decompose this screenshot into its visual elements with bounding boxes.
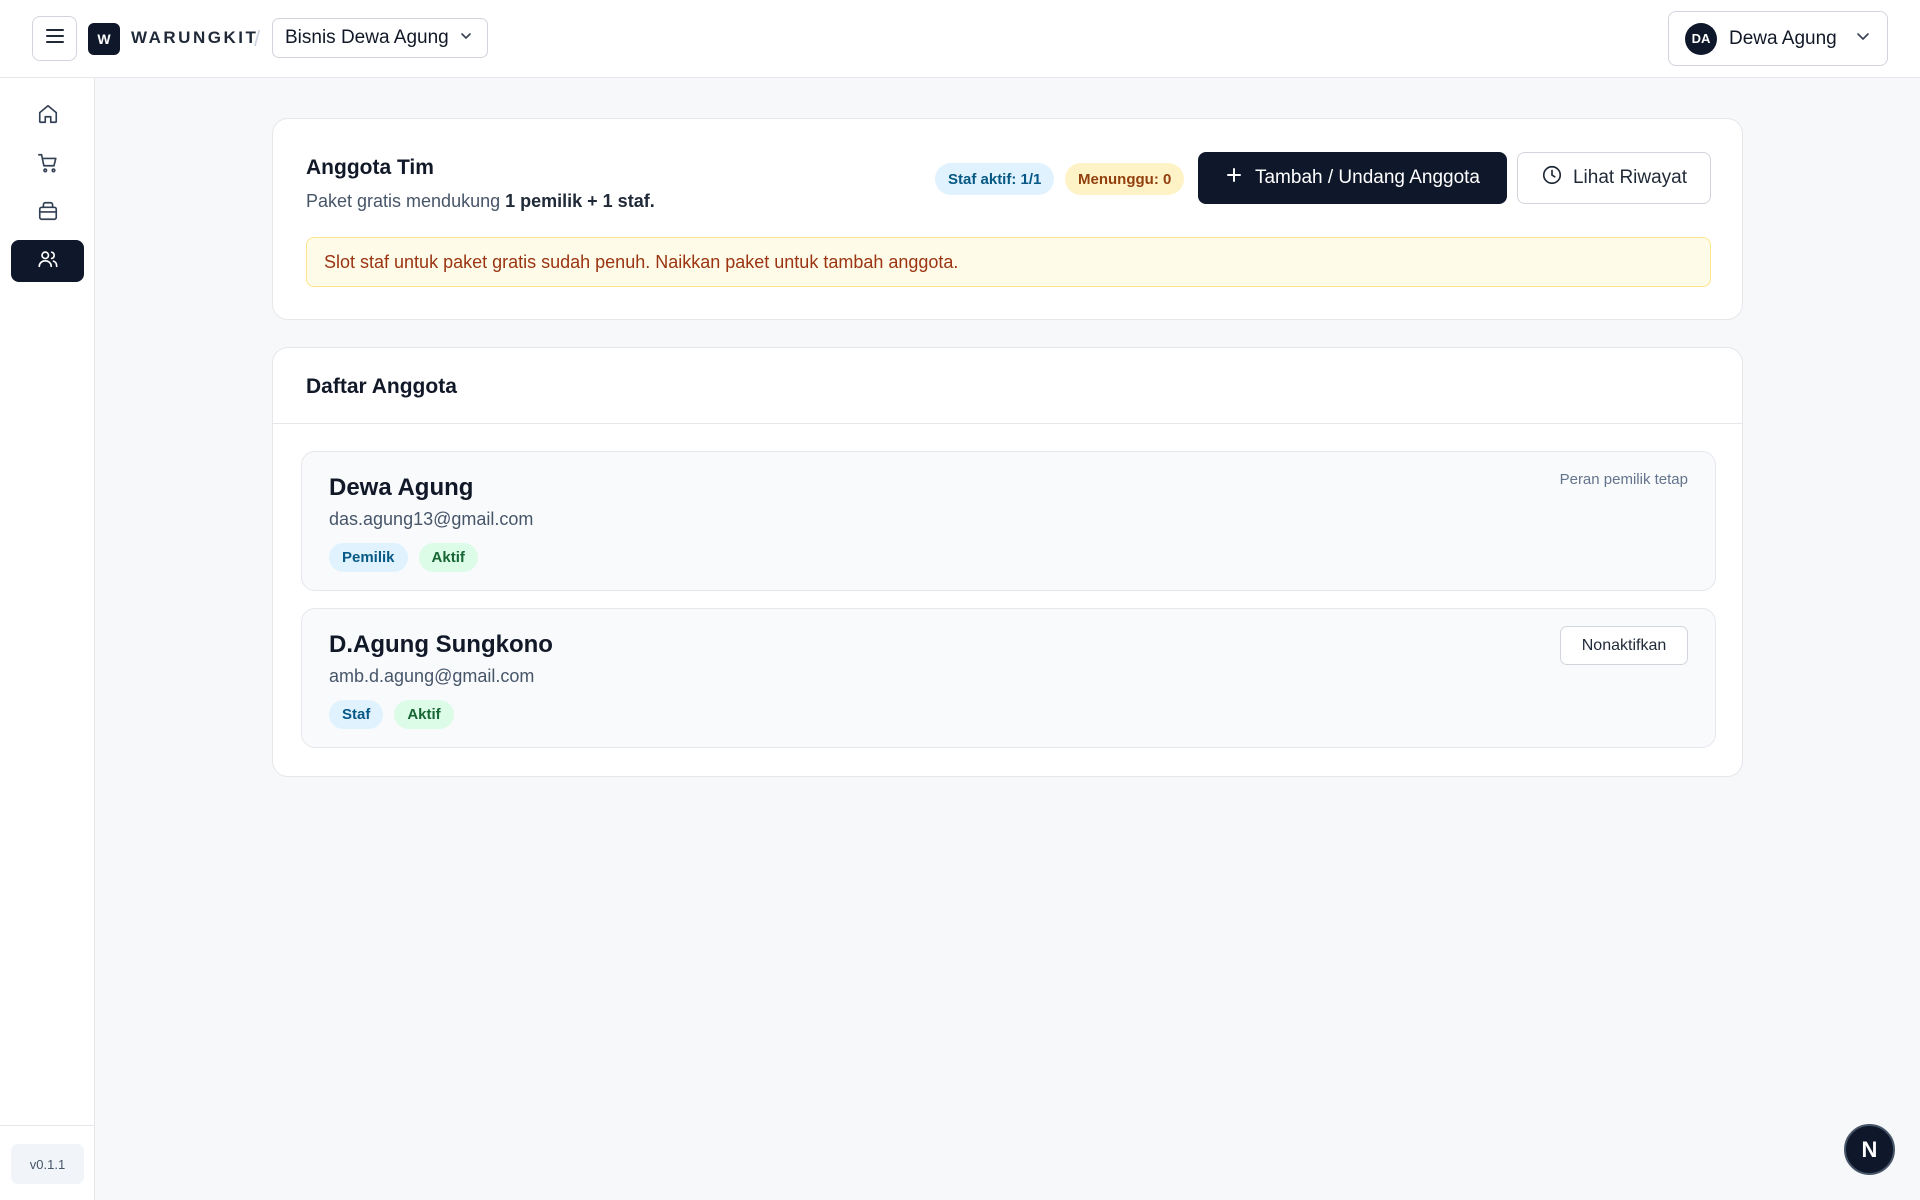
view-history-button[interactable]: Lihat Riwayat [1517,152,1711,204]
plus-icon [1225,166,1243,190]
member-name: Dewa Agung [329,474,474,501]
chevron-down-icon [459,27,473,49]
team-card: Anggota Tim Paket gratis mendukung 1 pem… [272,118,1743,320]
sidebar: v0.1.1 [0,78,95,1200]
status-badge: Aktif [418,543,478,572]
sidebar-item-home[interactable] [11,95,84,137]
chevron-down-icon [1855,28,1871,50]
home-icon [37,103,59,130]
top-bar: W WARUNGKIT / Bisnis Dewa Agung DA Dewa … [0,0,1920,78]
breadcrumb-separator: / [254,26,261,51]
member-list-title: Daftar Anggota [306,375,457,398]
clock-icon [1541,164,1563,192]
subtitle-text: Paket gratis mendukung [306,191,506,211]
brand-name: WARUNGKIT [131,28,259,47]
logo: W [88,23,120,55]
pending-count-chip: Menunggu: 0 [1065,163,1185,195]
store-icon [37,200,59,227]
role-badge: Staf [329,700,384,729]
list-item: Dewa Agung das.agung13@gmail.com Pemilik… [301,451,1716,591]
avatar: DA [1685,22,1717,55]
user-menu-button[interactable]: DA Dewa Agung [1668,11,1888,66]
sidebar-item-store[interactable] [11,192,84,234]
dev-tools-button[interactable]: N [1844,1124,1895,1175]
cart-icon [37,152,59,179]
member-tags: Pemilik Aktif [329,543,478,572]
menu-button[interactable] [32,16,77,61]
list-item: D.Agung Sungkono amb.d.agung@gmail.com S… [301,608,1716,748]
member-list-card: Daftar Anggota Dewa Agung das.agung13@gm… [272,347,1743,777]
quota-alert: Slot staf untuk paket gratis sudah penuh… [306,237,1711,287]
user-name: Dewa Agung [1729,27,1837,49]
sidebar-item-team[interactable] [11,240,84,282]
version-badge: v0.1.1 [11,1144,84,1184]
team-subtitle: Paket gratis mendukung 1 pemilik + 1 sta… [306,191,655,212]
member-email: das.agung13@gmail.com [329,509,534,529]
owner-role-note: Peran pemilik tetap [1559,471,1688,488]
staff-count-chip: Staf aktif: 1/1 [935,163,1055,195]
member-email: amb.d.agung@gmail.com [329,666,535,686]
subtitle-quota: 1 pemilik + 1 staf. [505,191,655,211]
status-badge: Aktif [394,700,454,729]
deactivate-button[interactable]: Nonaktifkan [1560,626,1688,665]
business-selector[interactable]: Bisnis Dewa Agung [272,18,488,58]
team-title: Anggota Tim [306,156,434,179]
add-member-button[interactable]: Tambah / Undang Anggota [1198,152,1507,204]
view-history-label: Lihat Riwayat [1572,167,1688,188]
sidebar-item-cart[interactable] [11,144,84,186]
member-name: D.Agung Sungkono [329,631,553,658]
sidebar-footer: v0.1.1 [0,1125,95,1200]
member-tags: Staf Aktif [329,700,454,729]
hamburger-icon [45,28,65,49]
role-badge: Pemilik [329,543,408,572]
divider [273,423,1742,424]
users-icon [37,248,59,275]
business-name: Bisnis Dewa Agung [285,27,449,48]
add-member-label: Tambah / Undang Anggota [1254,167,1480,188]
